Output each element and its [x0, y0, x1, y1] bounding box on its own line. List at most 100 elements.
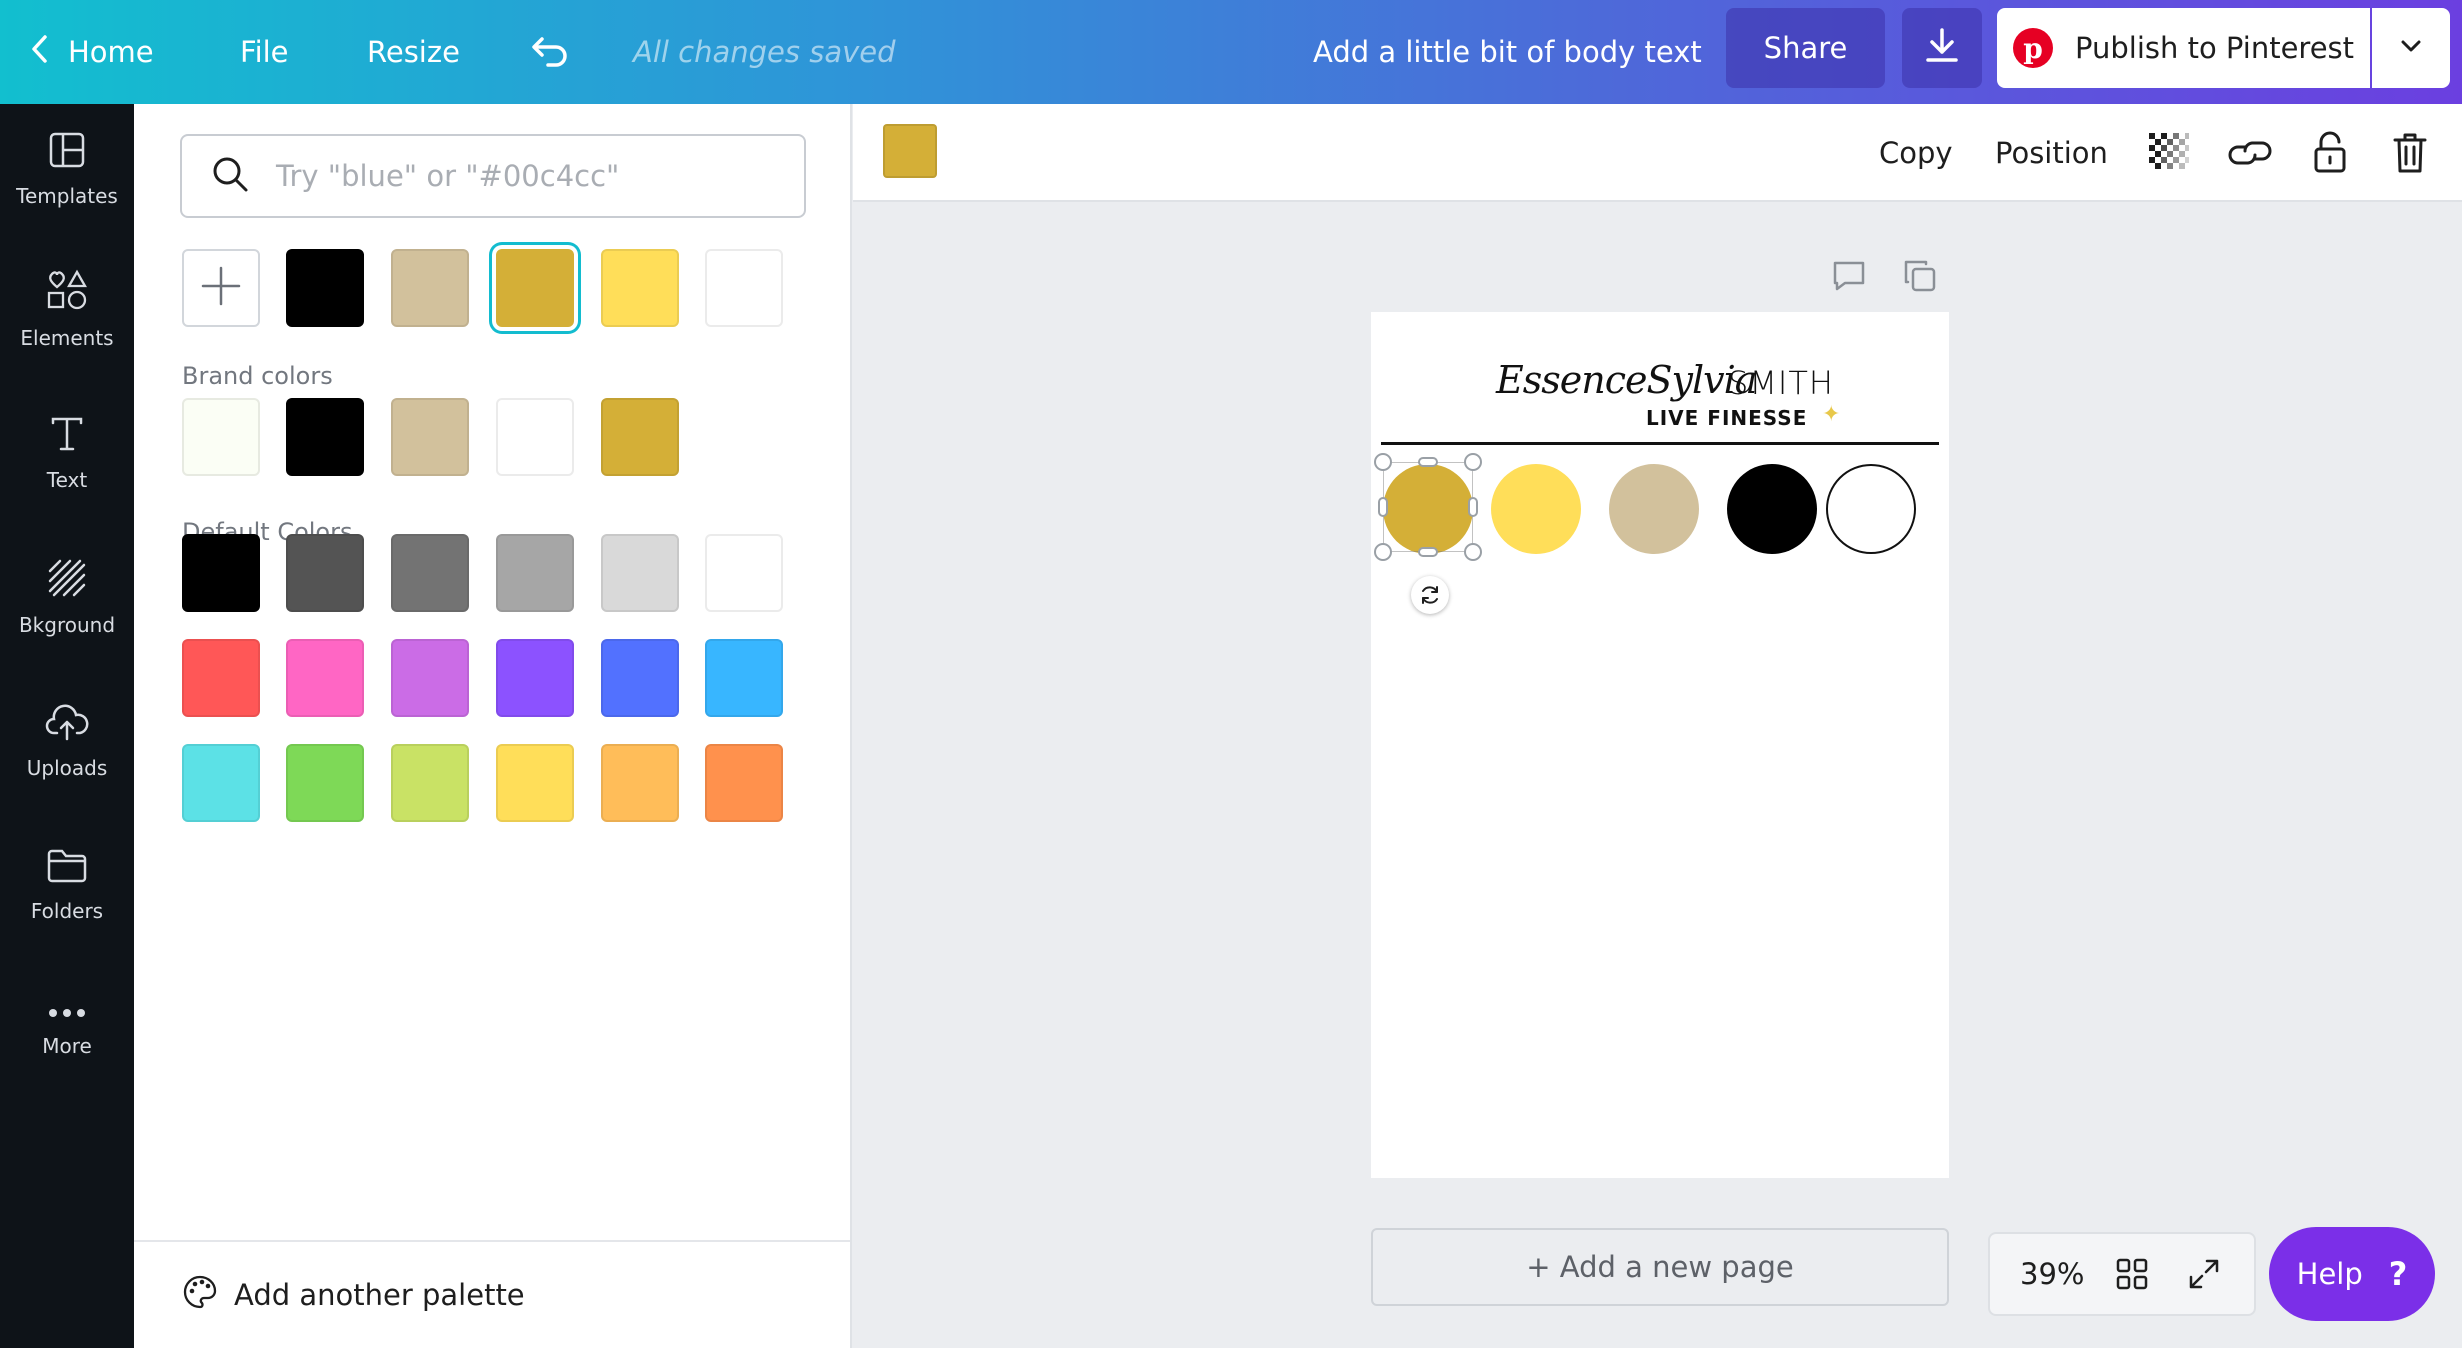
sidebar-item-text[interactable]: Text: [0, 388, 134, 518]
copy-button[interactable]: Copy: [1879, 104, 1953, 202]
brand-logo[interactable]: EssenceSylvia SMITH LIVE FINESSE ✦: [1496, 358, 1840, 432]
design-page[interactable]: EssenceSylvia SMITH LIVE FINESSE ✦: [1371, 312, 1949, 1178]
color-circle[interactable]: [1727, 464, 1817, 554]
color-circle[interactable]: [1609, 464, 1699, 554]
resize-handle-right[interactable]: [1468, 497, 1478, 517]
trash-icon[interactable]: [2385, 128, 2435, 178]
default-color-swatch[interactable]: [496, 639, 574, 717]
file-menu[interactable]: File: [240, 0, 289, 104]
brand-color-swatch[interactable]: [496, 398, 574, 476]
default-color-swatch[interactable]: [182, 534, 260, 612]
selection-box: [1383, 462, 1473, 552]
search-icon: [210, 154, 250, 198]
sidebar-item-label: Uploads: [26, 755, 108, 780]
help-button[interactable]: Help ?: [2269, 1227, 2435, 1321]
sidebar-item-label: Templates: [16, 183, 118, 208]
publish-label: Publish to Pinterest: [2075, 31, 2355, 65]
default-color-swatch[interactable]: [705, 639, 783, 717]
default-color-swatch[interactable]: [286, 744, 364, 822]
transparency-icon[interactable]: [2144, 128, 2194, 178]
current-color-swatch[interactable]: [883, 124, 937, 178]
default-color-swatch[interactable]: [391, 744, 469, 822]
download-icon: [1924, 26, 1960, 70]
publish-dropdown-button[interactable]: [2372, 8, 2450, 88]
lock-icon[interactable]: [2305, 128, 2355, 178]
position-button[interactable]: Position: [1995, 104, 2108, 202]
document-color-swatch[interactable]: [601, 249, 679, 327]
rotate-handle-icon[interactable]: [1411, 576, 1449, 614]
sidebar-item-folders[interactable]: Folders: [0, 820, 134, 950]
brand-color-swatch[interactable]: [601, 398, 679, 476]
palette-icon: [182, 1274, 218, 1317]
resize-handle-top-right[interactable]: [1464, 453, 1482, 471]
sidebar-item-label: Folders: [30, 898, 104, 923]
resize-handle-bottom-right[interactable]: [1464, 543, 1482, 561]
default-color-swatch[interactable]: [182, 744, 260, 822]
logo-tagline: LIVE FINESSE: [1646, 406, 1808, 430]
resize-handle-left[interactable]: [1378, 497, 1388, 517]
default-color-swatch[interactable]: [286, 639, 364, 717]
sidebar-item-elements[interactable]: Elements: [0, 244, 134, 374]
question-icon: ?: [2388, 1255, 2408, 1293]
search-placeholder: Try "blue" or "#00c4cc": [276, 159, 620, 193]
default-color-swatch[interactable]: [601, 639, 679, 717]
default-color-swatch[interactable]: [391, 639, 469, 717]
default-color-swatch[interactable]: [286, 534, 364, 612]
default-color-swatch[interactable]: [601, 534, 679, 612]
brand-color-swatch[interactable]: [182, 398, 260, 476]
color-circle[interactable]: [1826, 464, 1916, 554]
top-bar: Home File Resize All changes saved Add a…: [0, 0, 2462, 104]
color-circle[interactable]: [1491, 464, 1581, 554]
default-color-swatch[interactable]: [705, 744, 783, 822]
add-note-icon[interactable]: [1829, 256, 1869, 296]
add-page-button[interactable]: + Add a new page: [1371, 1228, 1949, 1306]
folder-icon: [46, 848, 88, 889]
undo-icon[interactable]: [530, 0, 570, 104]
document-color-swatch[interactable]: [496, 249, 574, 327]
default-color-swatch[interactable]: [601, 744, 679, 822]
sidebar-item-templates[interactable]: Templates: [0, 104, 134, 234]
share-button[interactable]: Share: [1726, 8, 1885, 88]
logo-name-text: SMITH: [1728, 364, 1834, 402]
default-color-swatch[interactable]: [391, 534, 469, 612]
divider-line[interactable]: [1381, 442, 1939, 445]
grid-view-icon[interactable]: [2112, 1254, 2152, 1294]
add-palette-button[interactable]: Add another palette: [134, 1240, 850, 1348]
more-icon: [47, 1000, 87, 1024]
sidebar-item-more[interactable]: More: [0, 964, 134, 1094]
default-color-swatch[interactable]: [705, 534, 783, 612]
sidebar-item-uploads[interactable]: Uploads: [0, 676, 134, 806]
default-color-swatch[interactable]: [182, 639, 260, 717]
background-icon: [47, 558, 87, 603]
default-color-swatch[interactable]: [496, 744, 574, 822]
home-button[interactable]: Home: [30, 0, 154, 104]
resize-handle-top-left[interactable]: [1374, 453, 1392, 471]
brand-color-swatch[interactable]: [286, 398, 364, 476]
color-search-input[interactable]: Try "blue" or "#00c4cc": [180, 134, 806, 218]
sidebar-item-label: Elements: [20, 325, 114, 350]
logo-script-text: EssenceSylvia: [1496, 358, 1757, 402]
help-label: Help: [2296, 1257, 2363, 1291]
duplicate-page-icon[interactable]: [1900, 256, 1940, 296]
fullscreen-icon[interactable]: [2184, 1254, 2224, 1294]
document-color-swatch[interactable]: [286, 249, 364, 327]
add-color-button[interactable]: [182, 249, 260, 327]
publish-pinterest-button[interactable]: p Publish to Pinterest: [1997, 8, 2370, 88]
download-button[interactable]: [1902, 8, 1982, 88]
zoom-level[interactable]: 39%: [2020, 1234, 2084, 1314]
element-toolbar: Copy Position: [853, 104, 2462, 202]
document-color-swatch[interactable]: [705, 249, 783, 327]
resize-handle-top[interactable]: [1418, 457, 1438, 467]
link-icon[interactable]: [2225, 128, 2275, 178]
default-color-swatch[interactable]: [496, 534, 574, 612]
add-palette-label: Add another palette: [234, 1278, 525, 1312]
resize-handle-bottom-left[interactable]: [1374, 543, 1392, 561]
text-icon: [48, 415, 86, 458]
sidebar-item-background[interactable]: Bkground: [0, 532, 134, 662]
document-title[interactable]: Add a little bit of body text: [1313, 0, 1702, 104]
resize-handle-bottom[interactable]: [1418, 547, 1438, 557]
document-color-swatch[interactable]: [391, 249, 469, 327]
resize-menu[interactable]: Resize: [367, 0, 460, 104]
plus-icon: [199, 264, 243, 312]
brand-color-swatch[interactable]: [391, 398, 469, 476]
